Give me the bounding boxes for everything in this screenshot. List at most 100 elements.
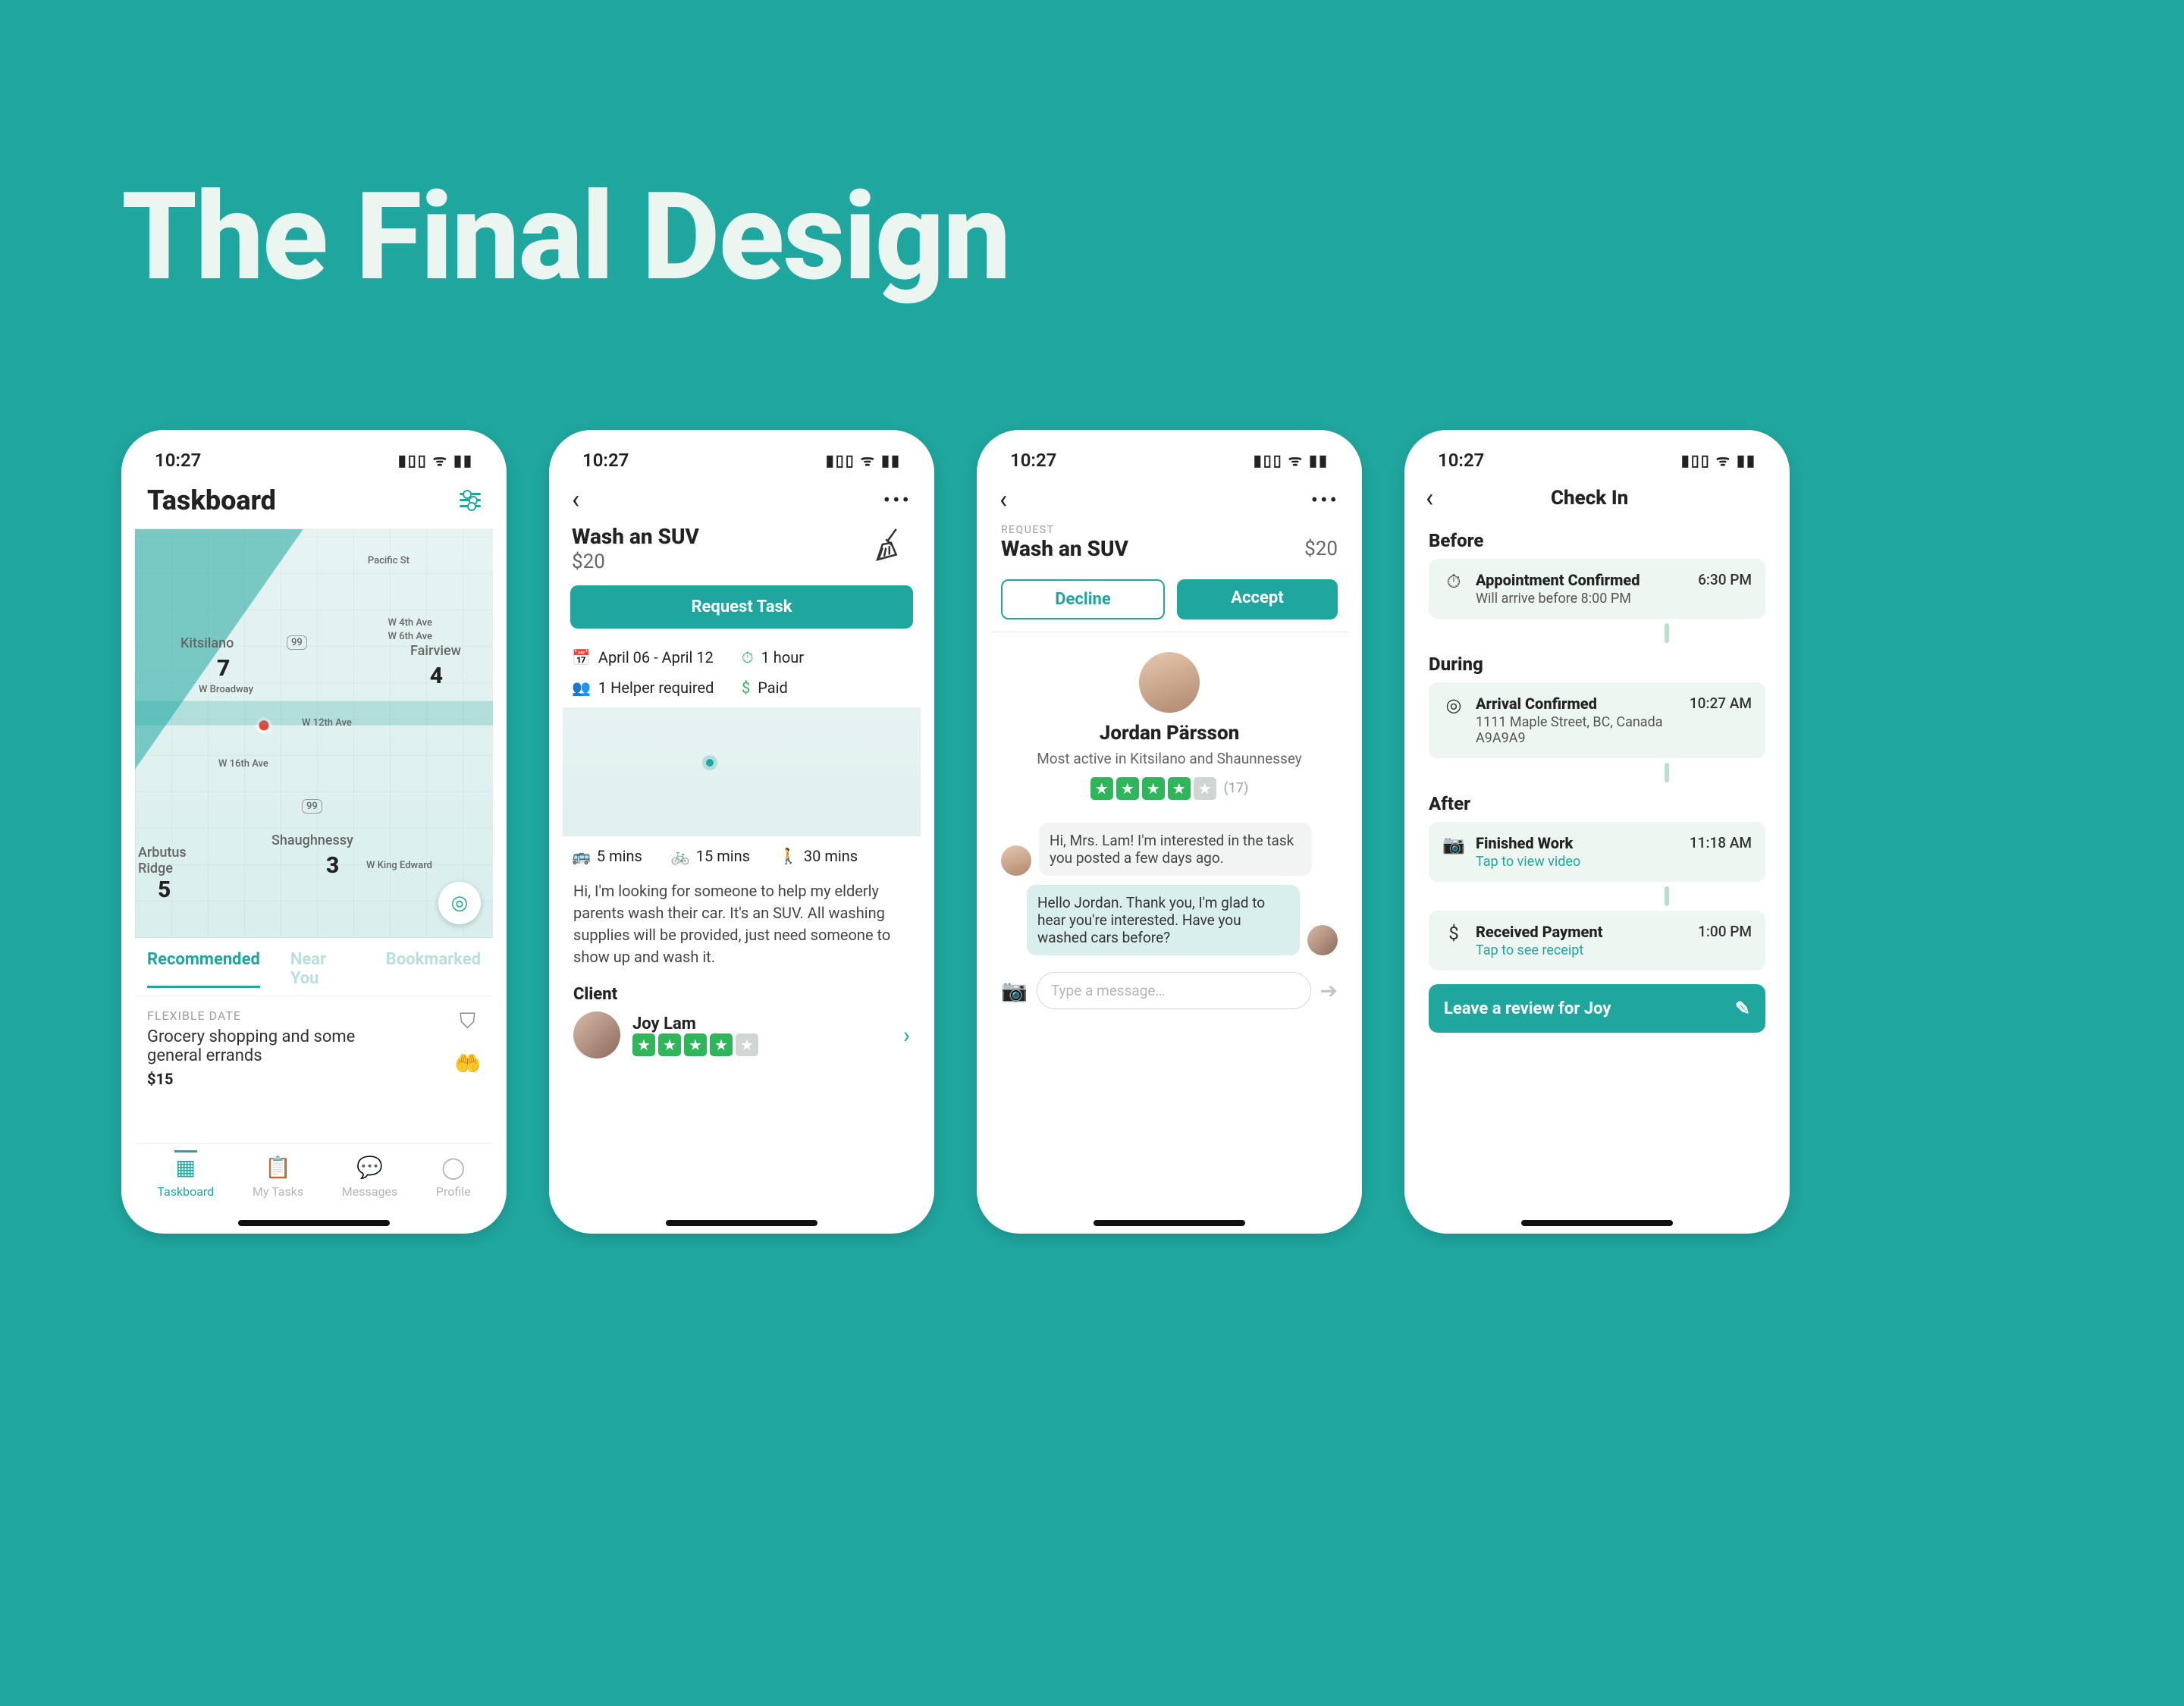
send-icon[interactable]: ➔ — [1320, 978, 1338, 1003]
bottom-nav: ▦Taskboard 📋My Tasks 💬 Messages ◯ Profile — [135, 1143, 493, 1225]
screen-task-detail: 10:27 ▮▯▯ ᯤ ▮▮ ‹ ••• Wash an SUV $20 Req… — [549, 430, 934, 1234]
profile-icon: ◯ — [441, 1155, 465, 1180]
timeline-card[interactable]: ⏱ Appointment Confirmed Will arrive befo… — [1429, 559, 1765, 619]
map-area-label: Arbutus Ridge — [138, 845, 199, 877]
step-subtitle: 1111 Maple Street, BC, Canada A9A9A9 — [1476, 714, 1679, 746]
timeline-connector — [1665, 763, 1669, 782]
edit-icon: ✎ — [1735, 998, 1750, 1019]
section-before: Before — [1418, 524, 1776, 559]
helper-profile[interactable]: Jordan Pärsson Most active in Kitsilano … — [990, 632, 1348, 811]
avatar — [1307, 925, 1338, 955]
broom-icon — [871, 524, 912, 565]
chevron-right-icon: › — [903, 1022, 910, 1049]
nav-my-tasks[interactable]: 📋My Tasks — [253, 1155, 303, 1199]
step-link[interactable]: Tap to see receipt — [1476, 942, 1687, 958]
pay-status: Paid — [758, 679, 788, 697]
chat-thread: Hi, Mrs. Lam! I'm interested in the task… — [990, 811, 1348, 963]
step-time: 6:30 PM — [1698, 571, 1752, 607]
tab-bookmarked[interactable]: Bookmarked — [386, 950, 481, 988]
screen-check-in: 10:27 ▮▯▯ ᯤ ▮▮ ‹ Check In Before ⏱ Appoi… — [1404, 430, 1790, 1234]
status-time: 10:27 — [582, 450, 629, 471]
section-after: After — [1418, 787, 1776, 822]
nav-profile[interactable]: ◯ Profile — [436, 1155, 471, 1199]
client-heading: Client — [563, 982, 921, 1011]
filter-icon[interactable] — [460, 493, 481, 508]
highway-label: 99 — [302, 799, 322, 814]
nav-taskboard[interactable]: ▦Taskboard — [157, 1155, 214, 1199]
client-rating: ★★★★★ — [632, 1033, 758, 1056]
timeline-card[interactable]: ◎ Arrival Confirmed 1111 Maple Street, B… — [1429, 682, 1765, 758]
nav-label: Messages — [342, 1184, 397, 1199]
chat-icon: 💬 — [356, 1155, 383, 1180]
helper-subtitle: Most active in Kitsilano and Shaunnessey — [1006, 749, 1333, 770]
nav-label: Profile — [436, 1184, 471, 1199]
highway-label: 99 — [287, 635, 307, 650]
map-area-label: Fairview — [410, 643, 461, 659]
camera-icon: 📷 — [1442, 834, 1465, 870]
street-label: W 12th Ave — [302, 717, 352, 729]
step-link[interactable]: Tap to view video — [1476, 854, 1679, 870]
back-icon[interactable]: ‹ — [999, 485, 1007, 515]
bookmark-icon[interactable]: ⛉ — [460, 1008, 475, 1034]
helper-count: 1 Helper required — [598, 679, 714, 697]
step-time: 1:00 PM — [1698, 923, 1752, 958]
status-icons: ▮▯▯ ᯤ ▮▮ — [826, 450, 901, 471]
client-avatar — [573, 1011, 620, 1058]
decline-button[interactable]: Decline — [1001, 579, 1165, 619]
street-label: Pacific St — [368, 555, 410, 566]
dollar-icon: $ — [1442, 923, 1465, 958]
map[interactable]: Kitsilano 7 Fairview 4 Shaughnessy 3 Arb… — [135, 528, 493, 938]
clock-icon: ⏱ — [742, 648, 754, 666]
map-area-label: Shaughnessy — [271, 833, 353, 848]
nav-label: Taskboard — [157, 1184, 214, 1199]
review-button[interactable]: Leave a review for Joy ✎ — [1429, 984, 1765, 1033]
helper-name: Jordan Pärsson — [1006, 722, 1333, 745]
request-task-button[interactable]: Request Task — [570, 585, 913, 629]
home-indicator — [666, 1220, 817, 1226]
status-icons: ▮▯▯ ᯤ ▮▮ — [398, 450, 473, 471]
clock-icon: ⏱ — [1442, 571, 1465, 607]
timeline-connector — [1665, 886, 1669, 906]
map-area-count: 4 — [430, 663, 443, 689]
message-text: Hello Jordan. Thank you, I'm glad to hea… — [1027, 885, 1300, 955]
task-card[interactable]: FLEXIBLE DATE Grocery shopping and some … — [135, 996, 493, 1093]
section-during: During — [1418, 648, 1776, 682]
map-preview[interactable] — [563, 707, 921, 836]
more-icon[interactable]: ••• — [1311, 488, 1339, 513]
location-icon: ◎ — [1442, 695, 1465, 746]
task-price: $20 — [1304, 538, 1338, 560]
accept-button[interactable]: Accept — [1177, 579, 1338, 619]
client-name: Joy Lam — [632, 1015, 758, 1033]
helper-avatar — [1139, 652, 1200, 713]
status-bar: 10:27 ▮▯▯ ᯤ ▮▮ — [135, 444, 493, 481]
bike-icon: 🚲 — [671, 847, 690, 865]
more-icon[interactable]: ••• — [883, 488, 912, 513]
street-label: W 4th Ave — [388, 617, 432, 629]
camera-icon[interactable]: 📷 — [1001, 978, 1028, 1003]
status-bar: 10:27 ▮▯▯ ᯤ ▮▮ — [1418, 444, 1776, 481]
step-subtitle: Will arrive before 8:00 PM — [1476, 591, 1687, 607]
walk-icon: 🚶 — [779, 847, 798, 865]
tab-recommended[interactable]: Recommended — [147, 950, 260, 988]
map-area-count: 3 — [326, 852, 339, 879]
locate-button[interactable]: ◎ — [438, 882, 481, 924]
people-icon: 👥 — [572, 679, 591, 697]
message-input[interactable]: Type a message… — [1037, 972, 1311, 1009]
street-label: W King Edward — [366, 860, 432, 871]
timeline-card[interactable]: 📷 Finished Work Tap to view video 11:18 … — [1429, 822, 1765, 882]
duration: 1 hour — [761, 648, 804, 666]
message-out: Hello Jordan. Thank you, I'm glad to hea… — [1001, 885, 1338, 955]
nav-messages[interactable]: 💬 Messages — [342, 1155, 397, 1199]
step-title: Finished Work — [1476, 834, 1679, 852]
screen-request-chat: 10:27 ▮▯▯ ᯤ ▮▮ ‹ ••• REQUEST Wash an SUV… — [977, 430, 1362, 1234]
hand-icon[interactable]: 🤲 — [454, 1051, 481, 1076]
client-row[interactable]: Joy Lam ★★★★★ › — [563, 1011, 921, 1086]
bike-time: 15 mins — [696, 847, 750, 865]
task-title: Grocery shopping and some general errand… — [147, 1027, 382, 1065]
hero-title: The Final Design — [121, 167, 2063, 309]
tab-near-you[interactable]: Near You — [290, 950, 356, 988]
timeline-card[interactable]: $ Received Payment Tap to see receipt 1:… — [1429, 911, 1765, 971]
map-area-label: Kitsilano — [180, 635, 234, 651]
back-icon[interactable]: ‹ — [572, 485, 579, 515]
task-title: Wash an SUV — [572, 524, 699, 549]
